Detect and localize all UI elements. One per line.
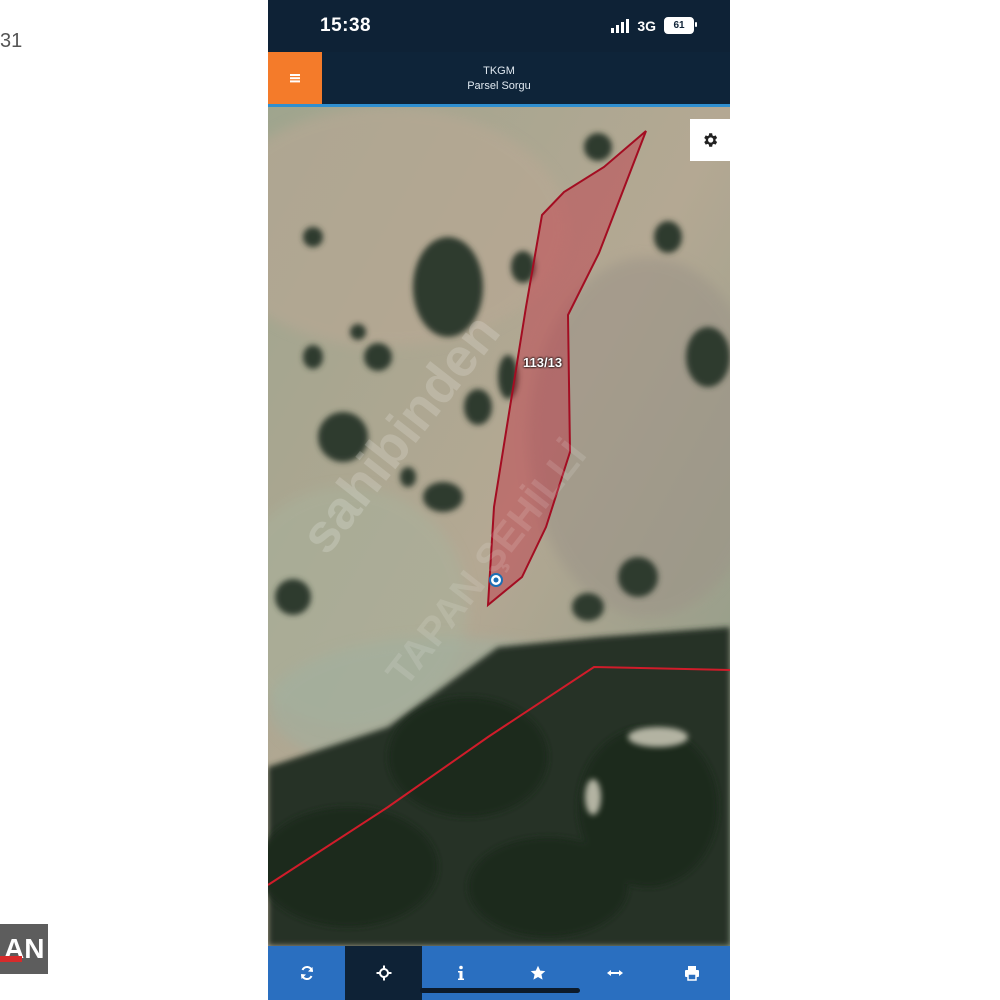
signal-icon [611, 18, 630, 33]
battery-level: 61 [673, 20, 685, 31]
status-indicators: 3G 61 [611, 17, 697, 34]
satellite-map[interactable]: sahibinden TAPAN ŞEHİLLİ 113/13 [268, 107, 730, 946]
measure-icon [606, 970, 623, 976]
status-bar: 15:38 3G 61 [268, 0, 730, 52]
site-logo: AN [0, 924, 48, 974]
info-icon [457, 965, 464, 980]
app-title-line2: Parsel Sorgu [467, 80, 531, 92]
phone-screen: 15:38 3G 61 TKGM Parsel Sorgu sahibinden… [268, 0, 730, 1000]
logo-accent [0, 956, 22, 962]
battery-icon: 61 [664, 17, 697, 34]
locate-icon [376, 965, 391, 981]
print-button[interactable] [653, 946, 730, 1000]
measure-button[interactable] [576, 946, 653, 1000]
app-title-line1: TKGM [483, 65, 515, 77]
status-time: 15:38 [320, 15, 372, 36]
print-icon [684, 966, 699, 981]
star-icon [530, 965, 545, 980]
edge-number: 31 [0, 30, 23, 52]
home-indicator [420, 988, 580, 993]
refresh-icon [300, 965, 313, 981]
settings-button[interactable] [690, 119, 730, 161]
network-type: 3G [637, 17, 656, 34]
refresh-button[interactable] [268, 946, 345, 1000]
app-bar: TKGM Parsel Sorgu [268, 52, 730, 107]
locate-button[interactable] [345, 946, 422, 1000]
app-title: TKGM Parsel Sorgu [268, 64, 730, 94]
gear-icon [704, 133, 718, 147]
parcel-label: 113/13 [523, 355, 563, 370]
